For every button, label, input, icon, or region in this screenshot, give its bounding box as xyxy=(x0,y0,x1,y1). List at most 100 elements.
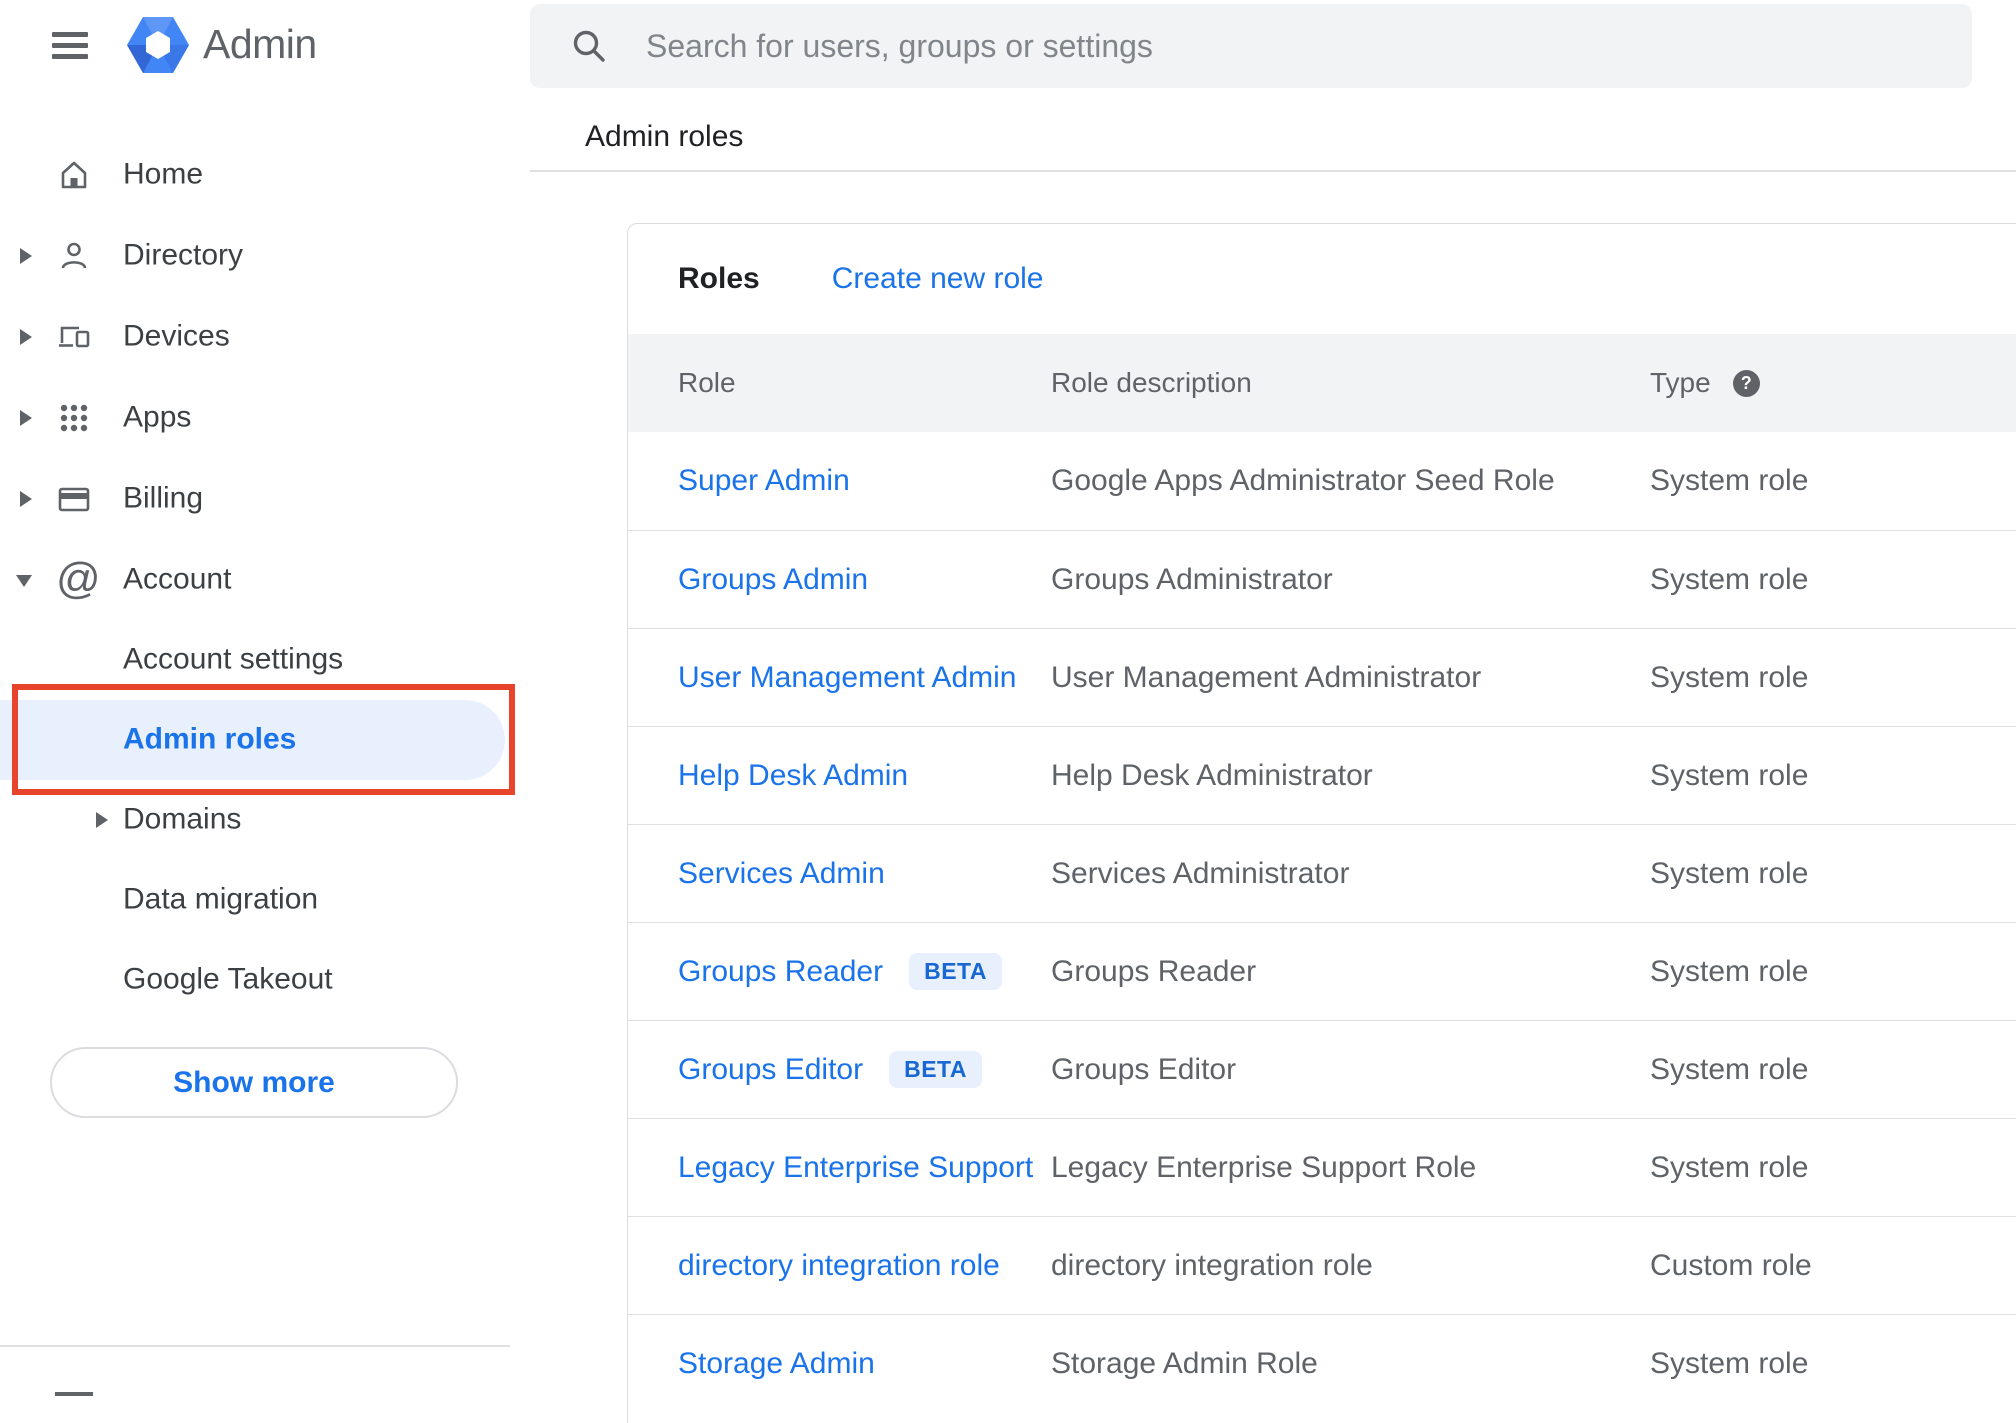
role-type: Custom role xyxy=(1650,1248,1812,1282)
header-divider xyxy=(530,170,2016,172)
role-type: System role xyxy=(1650,1150,1809,1184)
beta-badge: BETA xyxy=(909,953,1003,990)
person-icon xyxy=(56,238,92,274)
show-more-button[interactable]: Show more xyxy=(50,1047,458,1118)
sidebar-item-data-migration[interactable]: Data migration xyxy=(0,860,530,940)
role-cell: Super Admin xyxy=(678,464,1051,498)
breadcrumb: Admin roles xyxy=(585,120,744,153)
sidebar-item-label: Account xyxy=(123,561,232,595)
table-row: Legacy Enterprise Support Legacy Enterpr… xyxy=(628,1118,2016,1216)
sidebar-item-label: Data migration xyxy=(123,882,319,916)
role-type: System role xyxy=(1650,1052,1809,1086)
role-link[interactable]: Storage Admin xyxy=(678,1347,875,1381)
sidebar-item-label: Domains xyxy=(123,802,242,836)
role-cell: Groups Reader BETA xyxy=(678,953,1051,990)
role-link[interactable]: Help Desk Admin xyxy=(678,759,908,793)
help-icon[interactable]: ? xyxy=(1732,369,1760,397)
column-header-type: Type ? xyxy=(1650,367,2016,399)
expand-arrow-icon[interactable] xyxy=(20,409,32,426)
search-icon xyxy=(573,30,605,62)
role-cell: directory integration role xyxy=(678,1249,1051,1283)
role-type: System role xyxy=(1650,954,1809,988)
role-description: directory integration role xyxy=(1051,1248,1373,1282)
role-description: Groups Editor xyxy=(1051,1052,1237,1086)
role-link[interactable]: Groups Editor xyxy=(678,1053,863,1087)
sidebar-item-devices[interactable]: Devices xyxy=(0,296,530,377)
role-link[interactable]: directory integration role xyxy=(678,1249,1000,1283)
search-bar[interactable] xyxy=(530,4,1972,88)
sidebar-item-label: Apps xyxy=(123,399,192,433)
sidebar-item-directory[interactable]: Directory xyxy=(0,215,530,296)
expand-arrow-icon[interactable] xyxy=(16,574,32,587)
role-cell: Groups Admin xyxy=(678,563,1051,597)
role-link[interactable]: Groups Reader xyxy=(678,955,883,989)
table-row: Groups Admin Groups Administrator System… xyxy=(628,530,2016,628)
role-cell: Services Admin xyxy=(678,857,1051,891)
column-header-role: Role xyxy=(678,367,736,398)
card-title: Roles xyxy=(678,262,760,295)
sidebar-item-account[interactable]: @ Account xyxy=(0,539,530,620)
expand-arrow-icon[interactable] xyxy=(20,247,32,264)
beta-badge: BETA xyxy=(889,1051,982,1088)
sidebar: Admin Home Directory Devices Apps Billin… xyxy=(0,0,530,1396)
sidebar-item-label: Admin roles xyxy=(123,722,297,756)
role-type: System role xyxy=(1650,758,1809,792)
role-cell: User Management Admin xyxy=(678,661,1051,695)
role-type: System role xyxy=(1650,660,1809,694)
sidebar-item-google-takeout[interactable]: Google Takeout xyxy=(0,940,530,1020)
google-admin-logo-icon xyxy=(127,15,189,75)
at-icon: @ xyxy=(56,553,101,603)
expand-arrow-icon[interactable] xyxy=(96,812,108,828)
role-description: Groups Reader xyxy=(1051,954,1257,988)
create-new-role-link[interactable]: Create new role xyxy=(832,262,1044,296)
sidebar-item-domains[interactable]: Domains xyxy=(0,780,530,860)
role-type: System role xyxy=(1650,1346,1809,1380)
role-cell: Storage Admin xyxy=(678,1347,1051,1381)
table-row: Groups Editor BETA Groups Editor System … xyxy=(628,1020,2016,1118)
role-description: Legacy Enterprise Support Role xyxy=(1051,1150,1477,1184)
role-cell: Groups Editor BETA xyxy=(678,1051,1051,1088)
table-row: User Management Admin User Management Ad… xyxy=(628,628,2016,726)
role-link[interactable]: Services Admin xyxy=(678,857,885,891)
sidebar-item-home[interactable]: Home xyxy=(0,134,530,215)
table-body: Super Admin Google Apps Administrator Se… xyxy=(628,432,2016,1412)
sidebar-header: Admin xyxy=(0,0,530,92)
table-row: Storage Admin Storage Admin Role System … xyxy=(628,1314,2016,1412)
role-type: System role xyxy=(1650,562,1809,596)
table-row: Groups Reader BETA Groups Reader System … xyxy=(628,922,2016,1020)
roles-card: Roles Create new role Role Role descript… xyxy=(627,223,2016,1423)
role-description: Services Administrator xyxy=(1051,856,1350,890)
sidebar-divider xyxy=(0,1345,510,1347)
role-cell: Help Desk Admin xyxy=(678,759,1051,793)
menu-icon[interactable] xyxy=(52,30,88,60)
column-header-description: Role description xyxy=(1051,367,1252,398)
sidebar-item-apps[interactable]: Apps xyxy=(0,377,530,458)
apps-icon xyxy=(56,400,92,436)
sidebar-nav: Home Directory Devices Apps Billing @ Ac… xyxy=(0,134,530,1020)
role-link[interactable]: Super Admin xyxy=(678,464,850,498)
search-input[interactable] xyxy=(646,4,1926,88)
sidebar-item-label: Account settings xyxy=(123,642,344,676)
sidebar-item-label: Home xyxy=(123,156,204,190)
table-row: Help Desk Admin Help Desk Administrator … xyxy=(628,726,2016,824)
app-title: Admin xyxy=(203,21,317,67)
sidebar-item-admin-roles[interactable]: Admin roles xyxy=(0,684,530,795)
expand-arrow-icon[interactable] xyxy=(20,328,32,345)
role-cell: Legacy Enterprise Support xyxy=(678,1151,1051,1185)
sidebar-item-label: Devices xyxy=(123,318,230,352)
sidebar-item-label: Google Takeout xyxy=(123,962,333,996)
devices-icon xyxy=(56,319,92,355)
clipped-nav-icon xyxy=(55,1392,93,1396)
sidebar-item-billing[interactable]: Billing xyxy=(0,458,530,539)
role-description: Help Desk Administrator xyxy=(1051,758,1373,792)
role-link[interactable]: Groups Admin xyxy=(678,563,868,597)
role-description: Groups Administrator xyxy=(1051,562,1333,596)
role-type: System role xyxy=(1650,856,1809,890)
table-row: directory integration role directory int… xyxy=(628,1216,2016,1314)
expand-arrow-icon[interactable] xyxy=(20,490,32,507)
sidebar-item-label: Directory xyxy=(123,237,244,271)
role-link[interactable]: Legacy Enterprise Support xyxy=(678,1151,1033,1185)
card-icon xyxy=(56,481,92,517)
role-link[interactable]: User Management Admin xyxy=(678,661,1017,695)
sidebar-item-account-settings[interactable]: Account settings xyxy=(0,620,530,700)
